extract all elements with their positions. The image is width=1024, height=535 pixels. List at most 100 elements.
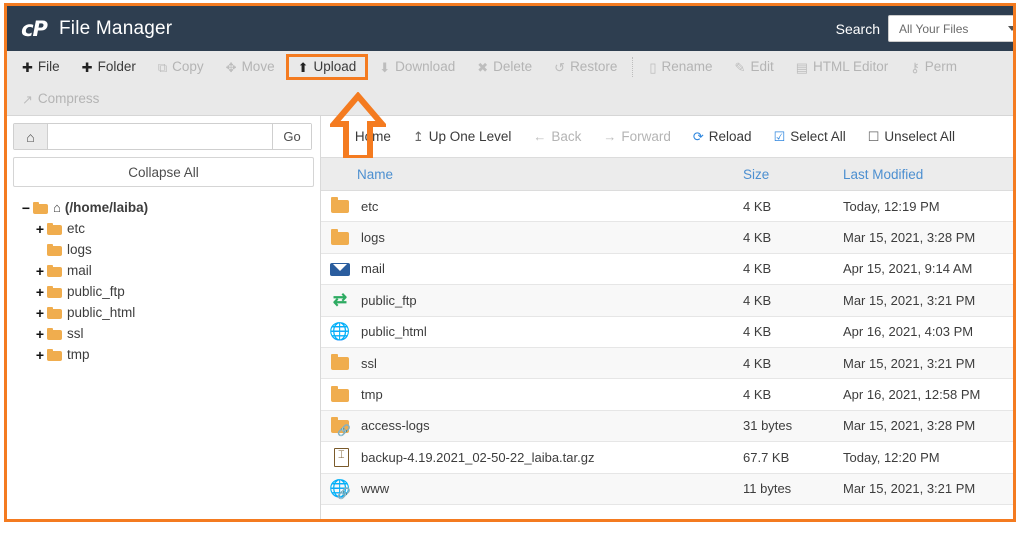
- nav-button-reload[interactable]: ⟳ Reload: [682, 126, 763, 147]
- file-size-cell: 11 bytes: [743, 481, 792, 497]
- toolbar-button-label: HTML Editor: [813, 59, 889, 74]
- tree-item-logs[interactable]: · logs: [19, 239, 314, 260]
- go-button[interactable]: Go: [272, 124, 311, 149]
- table-row[interactable]: 🌐 🔗 www 11 bytes Mar 15, 2021, 3:21 PM: [321, 473, 1013, 505]
- column-header-name[interactable]: Name: [321, 167, 743, 182]
- file-manager-app: cP File Manager Search All Your Files ✚ F…: [4, 3, 1016, 522]
- toolbar-button-label: Upload: [313, 59, 357, 74]
- folder-icon: [329, 228, 351, 248]
- tree-collapse-toggle[interactable]: −: [19, 200, 33, 216]
- file-name-cell: tmp: [321, 385, 743, 405]
- path-input[interactable]: [48, 124, 272, 149]
- pencil-icon: ✎: [734, 59, 746, 75]
- tree-item-public_ftp[interactable]: + public_ftp: [19, 281, 314, 302]
- directory-tree: − ⌂(/home/laiba) + etc · logs + mail + public_ftp…: [13, 197, 314, 365]
- folder-icon: [329, 196, 351, 216]
- nav-button-home[interactable]: ⌂ Home: [331, 126, 402, 147]
- file-list-header: Name Size Last Modified: [321, 157, 1013, 191]
- nav-button-forward: → Forward: [592, 126, 682, 147]
- table-row[interactable]: mail 4 KB Apr 15, 2021, 9:14 AM: [321, 253, 1013, 286]
- toolbar-separator: [632, 57, 634, 77]
- checkbox-empty-icon: ☐: [867, 129, 880, 144]
- table-row[interactable]: backup-4.19.2021_02-50-22_laiba.tar.gz 67…: [321, 442, 1013, 474]
- tree-item-mail[interactable]: + mail: [19, 260, 314, 281]
- toolbar-button-folder[interactable]: ✚ Folder: [71, 55, 147, 79]
- copy-icon: ⧉: [157, 59, 168, 75]
- toolbar-button-copy: ⧉ Copy: [147, 55, 215, 79]
- table-row[interactable]: ⇄ public_ftp 4 KB Mar 15, 2021, 3:21 PM: [321, 285, 1013, 317]
- cpanel-logo-icon: cP: [21, 16, 48, 41]
- tree-expand-toggle[interactable]: +: [33, 305, 47, 321]
- file-name-cell: backup-4.19.2021_02-50-22_laiba.tar.gz: [321, 447, 743, 468]
- globe-link-icon: 🌐 🔗: [329, 478, 351, 500]
- table-row[interactable]: tmp 4 KB Apr 16, 2021, 12:58 PM: [321, 379, 1013, 411]
- file-icon: ▯: [649, 59, 657, 75]
- tree-expand-toggle[interactable]: +: [33, 347, 47, 363]
- table-row[interactable]: logs 4 KB Mar 15, 2021, 3:28 PM: [321, 222, 1013, 254]
- file-name-label: etc: [361, 198, 379, 214]
- toolbar-button-label: Copy: [172, 59, 204, 74]
- file-name-label: tmp: [361, 387, 383, 403]
- home-icon[interactable]: ⌂: [14, 124, 48, 149]
- toolbar-button-upload[interactable]: ⬆ Upload: [285, 54, 369, 80]
- move-icon: ✥: [225, 59, 237, 75]
- tree-item-ssl[interactable]: + ssl: [19, 323, 314, 344]
- tree-item-label: (/home/laiba): [64, 200, 149, 215]
- tree-item-tmp[interactable]: + tmp: [19, 344, 314, 365]
- tree-expand-toggle[interactable]: +: [33, 284, 47, 300]
- navigation-bar: ⌂ Home ↥ Up One Level ← Back → Forward ⟳ Reload ☑ S…: [320, 116, 1013, 157]
- nav-button-label: Home: [354, 129, 391, 144]
- toolbar-button-rename: ▯ Rename: [638, 55, 723, 79]
- nav-button-back: ← Back: [522, 126, 592, 147]
- tree-expand-toggle[interactable]: +: [33, 326, 47, 342]
- file-modified-cell: Today, 12:20 PM: [843, 449, 940, 465]
- file-modified-cell: Mar 15, 2021, 3:21 PM: [843, 355, 976, 371]
- ftp-icon: ⇄: [332, 290, 348, 310]
- file-name-label: public_ftp: [361, 292, 417, 308]
- home-icon: ⌂: [342, 129, 350, 144]
- folder-icon: [329, 385, 351, 405]
- compress-icon: ↗: [22, 91, 33, 107]
- tree-expand-toggle[interactable]: +: [33, 221, 47, 237]
- table-row[interactable]: etc 4 KB Today, 12:19 PM: [321, 191, 1013, 223]
- nav-button-unselect-all[interactable]: ☐ Unselect All: [857, 126, 966, 147]
- file-modified-cell: Mar 15, 2021, 3:28 PM: [843, 418, 976, 434]
- search-scope-value: All Your Files: [899, 21, 969, 36]
- folder-icon: [47, 264, 62, 277]
- tree-item-public_html[interactable]: + public_html: [19, 302, 314, 323]
- nav-button-label: Unselect All: [884, 129, 955, 144]
- home-icon: ⌂: [53, 200, 61, 215]
- table-row[interactable]: 🔗 access-logs 31 bytes Mar 15, 2021, 3:28 P…: [321, 410, 1013, 443]
- folder-icon: [47, 285, 62, 298]
- toolbar-button-label: Restore: [570, 59, 618, 74]
- toolbar-button-label: Download: [395, 59, 456, 74]
- main-toolbar: ✚ File ✚ Folder ⧉ Copy ✥ Move ⬆ Upload ⬇ Download ✖ D…: [7, 51, 1013, 116]
- collapse-all-button[interactable]: Collapse All: [13, 157, 314, 187]
- tree-expand-toggle[interactable]: +: [33, 263, 47, 279]
- file-modified-cell: Apr 16, 2021, 12:58 PM: [843, 387, 981, 403]
- table-row[interactable]: 🌐 public_html 4 KB Apr 16, 2021, 4:03 PM: [321, 316, 1013, 348]
- column-header-last-modified[interactable]: Last Modified: [843, 167, 1013, 182]
- table-row[interactable]: ssl 4 KB Mar 15, 2021, 3:21 PM: [321, 347, 1013, 380]
- search-label: Search: [835, 20, 880, 37]
- tree-item-homelaiba[interactable]: − ⌂ (/home/laiba): [19, 197, 314, 218]
- column-header-size[interactable]: Size: [743, 167, 843, 182]
- file-name-label: ssl: [361, 355, 377, 371]
- file-modified-cell: Apr 16, 2021, 4:03 PM: [843, 324, 974, 340]
- folder-icon: [329, 353, 351, 373]
- toolbar-button-label: Edit: [750, 59, 774, 74]
- file-size-cell: 4 KB: [743, 292, 772, 308]
- tree-item-label: public_html: [67, 305, 136, 320]
- nav-button-up-one-level[interactable]: ↥ Up One Level: [402, 126, 522, 147]
- toolbar-button-file[interactable]: ✚ File: [11, 55, 71, 79]
- upload-icon: ⬆: [297, 59, 309, 75]
- file-size-cell: 4 KB: [743, 230, 772, 246]
- toolbar-button-label: Folder: [97, 59, 136, 74]
- nav-button-select-all[interactable]: ☑ Select All: [763, 126, 857, 147]
- tree-item-etc[interactable]: + etc: [19, 218, 314, 239]
- folder-icon: [47, 222, 62, 235]
- search-scope-select[interactable]: All Your Files: [888, 15, 1013, 42]
- file-size-cell: 4 KB: [743, 198, 772, 214]
- plus-icon: ✚: [22, 59, 33, 75]
- directory-sidebar: Collapse All − ⌂(/home/laiba) + etc · logs + ma…: [7, 157, 320, 519]
